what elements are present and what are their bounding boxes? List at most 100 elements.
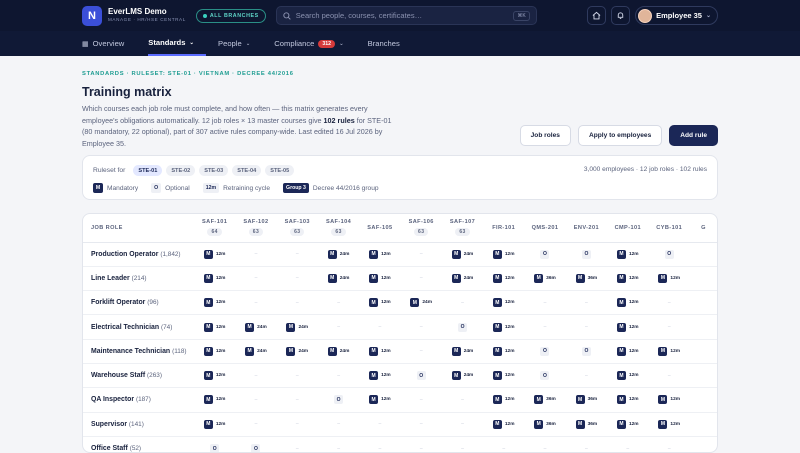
apply-to-employees-button[interactable]: Apply to employees bbox=[577, 125, 663, 146]
matrix-cell[interactable]: M 12m bbox=[193, 314, 236, 340]
job-role-cell[interactable]: Production Operator (1,842) bbox=[83, 242, 194, 267]
matrix-cell[interactable]: M 12m bbox=[359, 387, 401, 413]
matrix-cell[interactable]: M 12m bbox=[607, 412, 649, 437]
matrix-cell[interactable]: M 24m bbox=[400, 290, 442, 316]
matrix-cell[interactable]: – bbox=[276, 290, 318, 316]
matrix-cell[interactable] bbox=[689, 436, 717, 452]
course-column-header[interactable]: FIR-101 bbox=[483, 214, 525, 243]
matrix-cell[interactable]: M 36m bbox=[565, 266, 608, 292]
matrix-cell[interactable]: M 12m bbox=[607, 387, 649, 413]
matrix-cell[interactable]: M 24m bbox=[235, 314, 277, 340]
matrix-cell[interactable]: O bbox=[565, 242, 608, 267]
matrix-cell[interactable]: O bbox=[400, 363, 442, 389]
matrix-cell[interactable]: – bbox=[400, 266, 442, 292]
job-role-cell[interactable]: Line Leader (214) bbox=[83, 266, 194, 292]
matrix-cell[interactable]: – bbox=[400, 339, 442, 364]
course-column-header[interactable]: SAF-102 63 bbox=[235, 214, 277, 243]
matrix-cell[interactable]: M 24m bbox=[235, 339, 277, 364]
matrix-cell[interactable]: – bbox=[524, 314, 566, 340]
course-column-header[interactable]: SAF-103 63 bbox=[276, 214, 318, 243]
course-column-header[interactable]: ENV-201 bbox=[565, 214, 608, 243]
matrix-cell[interactable]: M 12m bbox=[193, 339, 236, 364]
job-role-cell[interactable]: Maintenance Technician (118) bbox=[83, 339, 194, 364]
course-column-header[interactable]: CMP-101 bbox=[607, 214, 649, 243]
matrix-cell[interactable]: M 12m bbox=[483, 242, 525, 267]
matrix-cell[interactable]: O bbox=[317, 387, 360, 413]
matrix-cell[interactable]: M 36m bbox=[565, 387, 608, 413]
home-button[interactable] bbox=[587, 6, 607, 25]
matrix-cell[interactable]: M 12m bbox=[648, 387, 690, 413]
ruleset-chip-ste-03[interactable]: STE-03 bbox=[199, 165, 229, 176]
matrix-cell[interactable]: – bbox=[359, 436, 401, 452]
add-rule-button[interactable]: Add rule bbox=[669, 125, 718, 146]
matrix-cell[interactable]: M 12m bbox=[483, 363, 525, 389]
matrix-cell[interactable]: M 12m bbox=[359, 266, 401, 292]
matrix-cell[interactable]: – bbox=[317, 412, 360, 437]
matrix-cell[interactable]: – bbox=[317, 314, 360, 340]
matrix-cell[interactable]: M 12m bbox=[359, 339, 401, 364]
matrix-cell[interactable]: – bbox=[276, 363, 318, 389]
matrix-cell[interactable]: M 12m bbox=[483, 412, 525, 437]
matrix-cell[interactable]: – bbox=[648, 314, 690, 340]
matrix-cell[interactable]: M 12m bbox=[648, 412, 690, 437]
ruleset-chip-ste-05[interactable]: STE-05 bbox=[265, 165, 295, 176]
matrix-cell[interactable]: M 12m bbox=[483, 266, 525, 292]
matrix-cell[interactable]: – bbox=[648, 290, 690, 316]
matrix-cell[interactable]: M 24m bbox=[317, 339, 360, 364]
matrix-cell[interactable]: O bbox=[524, 339, 566, 364]
matrix-cell[interactable]: M 24m bbox=[441, 363, 484, 389]
branch-scope-chip[interactable]: ALL BRANCHES bbox=[195, 8, 266, 23]
matrix-cell[interactable]: M 12m bbox=[648, 339, 690, 364]
matrix-cell[interactable]: – bbox=[235, 242, 277, 267]
matrix-cell[interactable]: – bbox=[441, 436, 484, 452]
job-roles-button[interactable]: Job roles bbox=[519, 125, 571, 146]
matrix-cell[interactable]: O bbox=[565, 339, 608, 364]
nav-overview[interactable]: ▦ Overview bbox=[82, 31, 136, 56]
notifications-button[interactable] bbox=[611, 6, 631, 25]
matrix-cell[interactable]: – bbox=[235, 363, 277, 389]
ruleset-chip-ste-01[interactable]: STE-01 bbox=[133, 165, 163, 176]
nav-standards[interactable]: Standards ⌄ bbox=[148, 31, 207, 56]
matrix-cell[interactable]: – bbox=[400, 412, 442, 437]
matrix-cell[interactable]: M 12m bbox=[607, 266, 649, 292]
matrix-cell[interactable]: – bbox=[235, 412, 277, 437]
matrix-cell[interactable]: – bbox=[400, 242, 442, 267]
nav-compliance[interactable]: Compliance 312 ⌄ bbox=[274, 31, 355, 56]
matrix-cell[interactable]: O bbox=[524, 242, 566, 267]
matrix-cell[interactable]: M 36m bbox=[524, 266, 566, 292]
course-column-header[interactable]: SAF-107 63 bbox=[441, 214, 484, 243]
matrix-cell[interactable]: – bbox=[607, 436, 649, 452]
matrix-cell[interactable]: – bbox=[317, 436, 360, 452]
course-column-header[interactable]: QMS-201 bbox=[524, 214, 566, 243]
matrix-cell[interactable]: O bbox=[235, 436, 277, 452]
matrix-cell[interactable]: – bbox=[317, 290, 360, 316]
matrix-cell[interactable]: M 12m bbox=[483, 290, 525, 316]
matrix-cell[interactable] bbox=[689, 387, 717, 413]
matrix-cell[interactable]: M 12m bbox=[359, 242, 401, 267]
job-role-cell[interactable]: Electrical Technician (74) bbox=[83, 314, 194, 340]
matrix-cell[interactable]: – bbox=[276, 436, 318, 452]
matrix-cell[interactable]: – bbox=[524, 436, 566, 452]
matrix-cell[interactable]: M 12m bbox=[359, 363, 401, 389]
course-column-header[interactable]: SAF-104 63 bbox=[317, 214, 360, 243]
matrix-cell[interactable] bbox=[689, 314, 717, 340]
nav-branches[interactable]: Branches bbox=[368, 31, 412, 56]
course-column-header[interactable]: CYB-101 bbox=[648, 214, 690, 243]
matrix-cell[interactable]: M 24m bbox=[276, 339, 318, 364]
matrix-cell[interactable]: M 12m bbox=[193, 290, 236, 316]
matrix-cell[interactable]: – bbox=[235, 290, 277, 316]
app-logo[interactable]: N bbox=[82, 5, 102, 26]
matrix-cell[interactable]: – bbox=[565, 436, 608, 452]
nav-people[interactable]: People ⌄ bbox=[218, 31, 262, 56]
user-menu[interactable]: Employee 35 ⌄ bbox=[635, 6, 718, 25]
matrix-cell[interactable]: – bbox=[565, 314, 608, 340]
matrix-cell[interactable]: – bbox=[441, 387, 484, 413]
ruleset-chip-ste-02[interactable]: STE-02 bbox=[166, 165, 196, 176]
matrix-cell[interactable]: – bbox=[276, 387, 318, 413]
matrix-cell[interactable]: – bbox=[276, 242, 318, 267]
matrix-cell[interactable]: – bbox=[483, 436, 525, 452]
matrix-cell[interactable]: M 12m bbox=[483, 387, 525, 413]
course-column-header[interactable]: G bbox=[689, 214, 717, 243]
matrix-cell[interactable]: – bbox=[235, 387, 277, 413]
matrix-cell[interactable]: – bbox=[565, 363, 608, 389]
